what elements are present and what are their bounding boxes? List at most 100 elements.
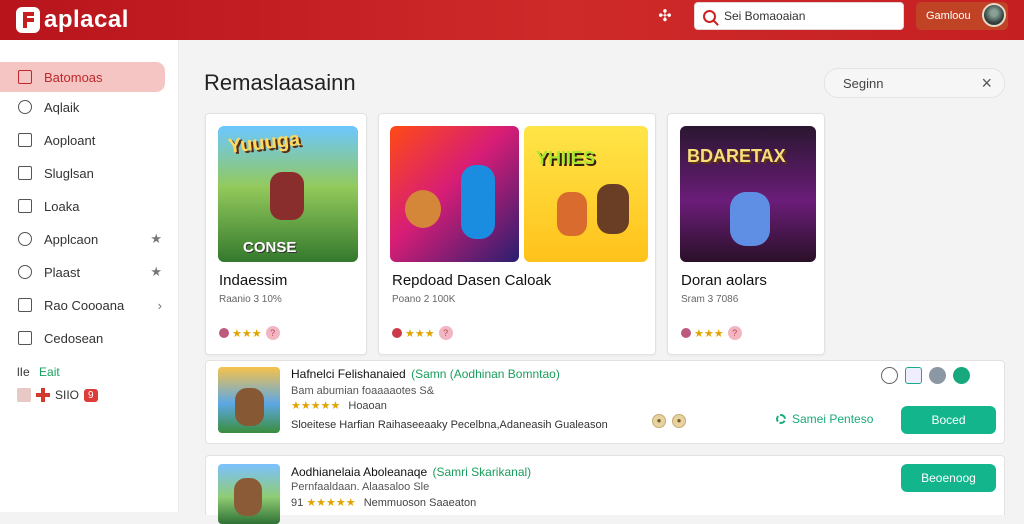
coin-icons: ● ● [652, 414, 686, 428]
page-title: Remaslaasainn [204, 70, 356, 95]
check-icon[interactable] [953, 367, 970, 384]
list-description: Sloeitese Harfian Raihaseeaaky Pecelbna,… [291, 419, 608, 431]
document-icon [18, 331, 32, 345]
game-tag: (Samn (Aodhinan Bomntao) [411, 367, 560, 381]
top-search-placeholder: Sei Bomaoaian [724, 9, 806, 23]
rating-and-meta: 91 ★★★★★ Nemmuoson Saaeaton [291, 496, 476, 509]
character-shape [270, 172, 304, 220]
sidebar-item-rao-coooana[interactable]: Rao Coooana › [0, 290, 178, 320]
character-shape [234, 478, 262, 516]
list-item[interactable]: Aodhianelaia Aboleanaqe (Samri Skarikana… [205, 455, 1005, 524]
list-meta: Bam abumian foaaaaotes S& [291, 385, 435, 397]
game-title: Repdoad Dasen Caloak [392, 272, 552, 289]
app-logo[interactable]: aplacal [16, 6, 129, 34]
sidebar-footer-text: SIIO [55, 388, 80, 402]
star-icon: ★★★★★ [306, 497, 356, 509]
game-subtitle: Sram 3 7086 [681, 294, 739, 305]
search-icon [18, 100, 32, 114]
primary-action-button[interactable]: Beoenoog [901, 464, 996, 492]
user-menu-button[interactable]: Gamloou [916, 2, 1008, 30]
game-thumbnail [218, 464, 280, 524]
puzzle-icon[interactable]: ✣ [656, 8, 674, 26]
game-tag: (Samri Skarikanal) [432, 465, 532, 479]
game-name: Hafnelci Felishanaied [291, 367, 406, 381]
user-icon [18, 166, 32, 180]
game-art-image: BDARETAX [680, 126, 816, 262]
sidebar-item-cedosean[interactable]: Cedosean [0, 323, 178, 353]
sidebar-item-aoploant[interactable]: Aoploant [0, 125, 178, 155]
search-icon [18, 232, 32, 246]
top-bar: aplacal ✣ Sei Bomaoaian Gamloou [0, 0, 1024, 40]
clock-icon [18, 265, 32, 279]
sidebar-footer-left[interactable]: lIe [17, 365, 30, 379]
group-icon [18, 298, 32, 312]
check-box-icon [18, 133, 32, 147]
chevron-right-icon: › [157, 297, 162, 313]
rating-dot-icon [219, 328, 229, 338]
settings-link-label: Samei Penteso [792, 412, 874, 426]
sidebar-item-label: Aqlaik [44, 99, 80, 115]
sidebar-item-loaka[interactable]: Loaka [0, 191, 178, 221]
image-icon[interactable] [905, 367, 922, 384]
list-meta: Pernfaaldaan. Alaasaloo Sle [291, 481, 430, 493]
featured-game-card[interactable]: Yuuuga CONSE Indaessim Raanio 3 10% ★★★ … [205, 113, 367, 355]
sidebar-item-label: Applcaon [44, 231, 99, 247]
featured-games-panel: Yuuuga CONSE Indaessim Raanio 3 10% ★★★ … [205, 112, 986, 360]
game-art-title: YHIIES [536, 148, 596, 168]
coin-icon: ● [672, 414, 686, 428]
search-icon [703, 9, 716, 23]
rating-badge-icon: ? [438, 326, 453, 340]
main-content: Remaslaasainn Seginn × Yuuuga CONSE Inda… [180, 40, 1024, 524]
sidebar-item-sluglsan[interactable]: Sluglsan [0, 158, 178, 188]
character-shape [405, 190, 441, 228]
game-art-title: BDARETAX [687, 146, 786, 166]
sidebar-footer-status: SIIO 9 [17, 388, 98, 402]
list-item[interactable]: Hafnelci Felishanaied (Samn (Aodhinan Bo… [205, 360, 1005, 444]
sidebar-item-label: Aoploant [44, 132, 96, 148]
avatar [982, 3, 1006, 27]
featured-game-card[interactable]: YHIIES Repdoad Dasen Caloak Poano 2 100K… [378, 113, 656, 355]
sidebar-item-plaast[interactable]: Plaast ★ [0, 257, 178, 287]
sidebar-item-label: Loaka [44, 198, 80, 214]
sidebar-item-label: Rao Coooana [44, 297, 125, 313]
rating-row: ★★★ ? [392, 326, 453, 340]
star-icon: ★★★★★ [291, 400, 341, 412]
rating-and-meta: ★★★★★ Hoaoan [291, 399, 387, 412]
home-icon [18, 70, 32, 84]
close-icon[interactable]: × [981, 73, 992, 94]
star-icon: ★★★ [232, 327, 262, 340]
game-art-image: YHIIES [524, 126, 648, 262]
rating-row: ★★★ ? [219, 326, 280, 340]
character-shape [461, 165, 495, 239]
globe-icon[interactable] [929, 367, 946, 384]
character-shape [557, 192, 587, 236]
rating-prefix: 91 [291, 497, 304, 509]
sidebar: Batomoas Aqlaik Aoploant Sluglsan Loaka … [0, 40, 179, 512]
sidebar-item-label: Sluglsan [44, 165, 94, 181]
gear-icon [776, 414, 786, 424]
notification-badge[interactable]: 9 [84, 388, 98, 402]
rating-dot-icon [681, 328, 691, 338]
rating-row: ★★★ ? [681, 326, 742, 340]
game-subtitle: Raanio 3 10% [219, 294, 282, 305]
circle-icon[interactable] [881, 367, 898, 384]
sidebar-item-batomoas[interactable]: Batomoas [0, 62, 165, 92]
sidebar-item-label: Plaast [44, 264, 81, 280]
sidebar-item-applcaon[interactable]: Applcaon ★ [0, 224, 178, 254]
star-icon: ★★★ [405, 327, 435, 340]
primary-action-button[interactable]: Boced [901, 406, 996, 434]
rating-badge-icon: ? [727, 326, 742, 340]
game-title: Indaessim [219, 272, 288, 289]
top-search-input[interactable]: Sei Bomaoaian [694, 2, 904, 30]
star-icon: ★ [150, 264, 162, 279]
book-icon [18, 199, 32, 213]
list-meta-secondary: Hoaoan [348, 400, 387, 412]
game-name: Aodhianelaia Aboleanaqe [291, 465, 428, 479]
featured-game-card[interactable]: BDARETAX Doran aolars Sram 3 7086 ★★★ ? [667, 113, 825, 355]
content-search-input[interactable]: Seginn × [824, 68, 1005, 98]
game-thumbnail [218, 367, 280, 433]
sidebar-item-aqlaik[interactable]: Aqlaik [0, 92, 178, 122]
settings-link[interactable]: Samei Penteso [776, 412, 873, 426]
star-icon: ★★★ [694, 327, 724, 340]
sidebar-footer-right[interactable]: Eait [39, 365, 60, 379]
